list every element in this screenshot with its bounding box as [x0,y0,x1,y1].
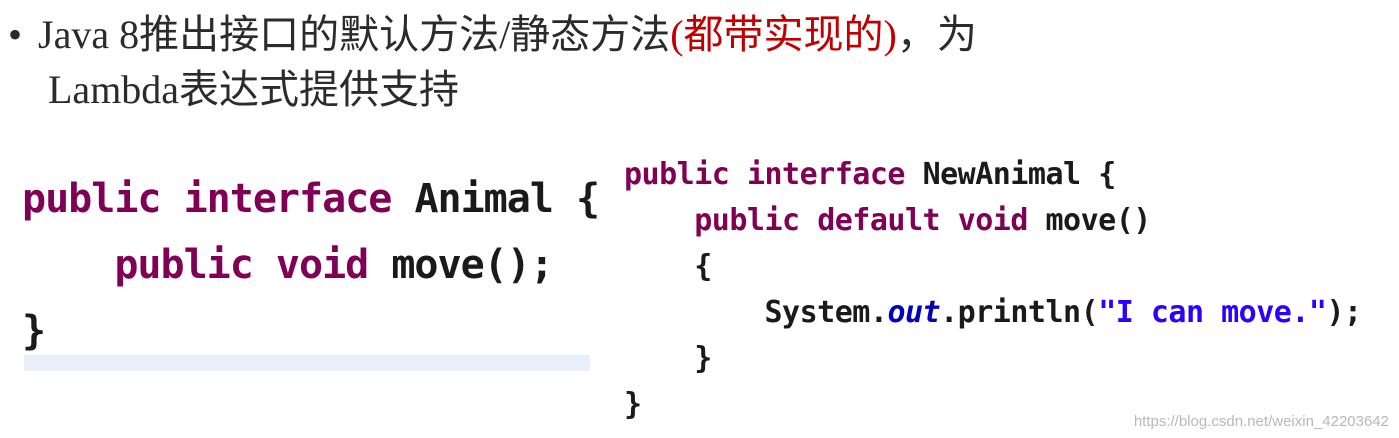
code-line: public interface Animal { [22,176,600,222]
code-highlight-bar [24,355,590,371]
code-block-animal: public interface Animal { public void mo… [22,166,600,364]
code-line: public interface NewAnimal { [624,157,1116,192]
code-line: public void move(); [22,242,554,288]
watermark-url: https://blog.csdn.net/weixin_42203642 [1133,413,1389,430]
keyword: interface [183,176,393,222]
statement-end: ); [1326,295,1363,330]
keyword: void [957,203,1029,238]
method-signature: move(); [391,242,554,288]
bullet-dot: • [8,12,23,57]
method-signature: move() [1045,203,1152,238]
keyword: void [275,242,369,288]
brace: } [22,308,46,354]
bullet-text-main: Java 8推出接口的默认方法/静态方法 [38,12,671,57]
brace: } [694,341,712,376]
keyword: interface [746,157,906,192]
bullet-text-highlight: (都带实现的) [670,12,897,57]
string-literal: "I can move." [1098,295,1327,330]
code-line: } [624,341,712,376]
brace: { [576,176,600,222]
code-line: System.out.println("I can move."); [624,295,1363,330]
interface-name: NewAnimal [922,157,1082,192]
static-field: out [887,295,941,330]
bullet-line-2: Lambda表达式提供支持 [48,67,460,112]
keyword: public [694,203,800,238]
brace: { [694,249,712,284]
keyword: public [22,176,161,222]
brace: } [624,387,642,422]
code-block-newanimal: public interface NewAnimal { public defa… [624,152,1362,428]
interface-name: Animal [414,176,553,222]
method-call: .println( [940,295,1099,330]
bullet-text-tail: ，为 [896,12,977,57]
bullet-line-1: • Java 8推出接口的默认方法/静态方法(都带实现的)，为 [8,2,977,60]
keyword: public [114,242,253,288]
class-ref: System. [764,295,888,330]
brace: { [1098,157,1116,192]
code-line: public default void move() [624,203,1151,238]
keyword: default [817,203,941,238]
keyword: public [624,157,730,192]
code-line: { [624,249,712,284]
